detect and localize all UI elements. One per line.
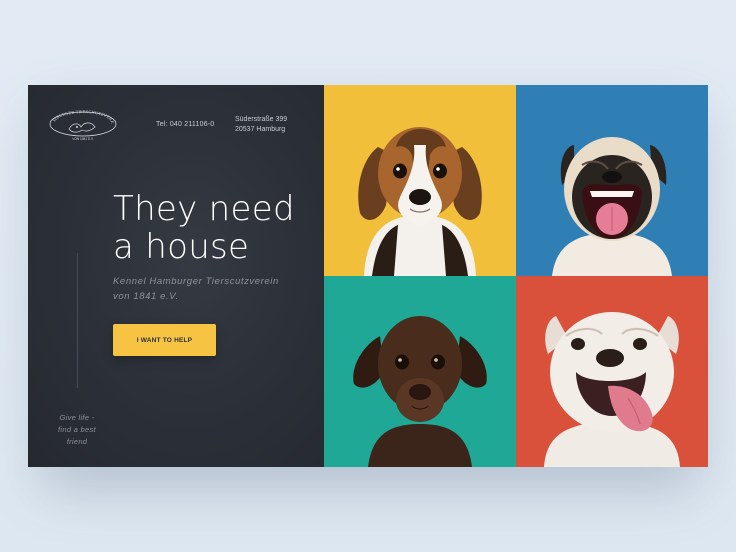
logo-text: HAMBURGER TIERSCHUTZVEREIN xyxy=(47,109,115,124)
pug-puppy-image xyxy=(516,85,708,276)
phone-number[interactable]: Tel: 040 211106-0 xyxy=(156,121,214,128)
beagle-puppy-image xyxy=(324,85,516,276)
labrador-puppy-photo[interactable] xyxy=(324,276,516,467)
hero-panel: HAMBURGER TIERSCHUTZVEREIN VON 1841 E.V.… xyxy=(28,85,324,467)
labrador-puppy-image xyxy=(324,276,516,467)
address-street: Süderstraße 399 xyxy=(235,116,288,123)
hero-headline: They need a house xyxy=(113,190,295,266)
tagline-line-2: find a best xyxy=(58,425,96,434)
headline-line-2: a house xyxy=(113,227,250,267)
bulldog-puppy-image xyxy=(516,276,708,467)
address: Süderstraße 399 20537 Hamburg xyxy=(235,115,288,135)
i-want-to-help-button[interactable]: I WANT TO HELP xyxy=(113,324,216,356)
bulldog-puppy-photo[interactable] xyxy=(516,276,708,467)
tagline-line-1: Give life - xyxy=(59,413,95,422)
pug-puppy-photo[interactable] xyxy=(516,85,708,276)
subtitle-line-2: von 1841 e.V. xyxy=(113,291,179,302)
logo-subtext: VON 1841 E.V. xyxy=(72,137,94,141)
tierschutzverein-logo[interactable]: HAMBURGER TIERSCHUTZVEREIN VON 1841 E.V. xyxy=(47,109,119,142)
landing-card: HAMBURGER TIERSCHUTZVEREIN VON 1841 E.V.… xyxy=(28,85,708,467)
address-city: 20537 Hamburg xyxy=(235,126,286,133)
puppy-photo-grid xyxy=(324,85,708,467)
subtitle-line-1: Kennel Hamburger Tierscutzverein xyxy=(113,276,279,287)
tagline-line-3: friend xyxy=(66,437,88,446)
headline-line-1: They need xyxy=(113,189,295,229)
svg-text:HAMBURGER TIERSCHUTZVEREIN: HAMBURGER TIERSCHUTZVEREIN xyxy=(47,109,115,124)
hero-subtitle: Kennel Hamburger Tierscutzverein von 184… xyxy=(113,274,279,304)
vertical-divider xyxy=(77,253,78,388)
tagline: Give life - find a best friend xyxy=(49,412,105,448)
beagle-puppy-photo[interactable] xyxy=(324,85,516,276)
